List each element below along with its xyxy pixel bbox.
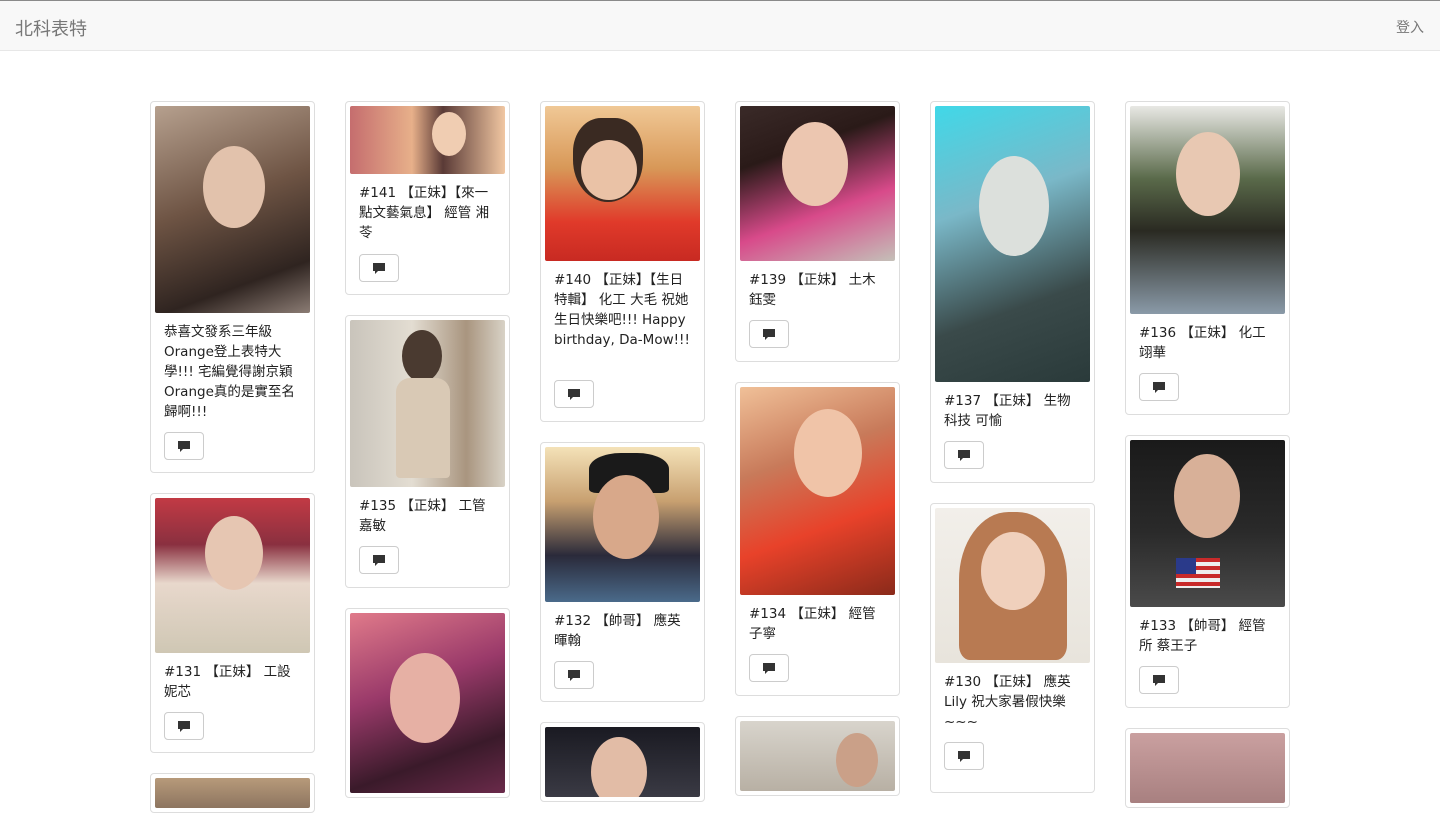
post-caption: #131 【正妹】 工設 妮芯 bbox=[164, 664, 291, 700]
comment-button[interactable] bbox=[749, 654, 789, 682]
post-photo[interactable] bbox=[740, 106, 895, 261]
post-photo[interactable] bbox=[545, 447, 700, 602]
comment-icon bbox=[1153, 381, 1165, 393]
post-photo[interactable] bbox=[1130, 440, 1285, 607]
post-photo[interactable] bbox=[935, 508, 1090, 663]
post-card[interactable]: #133 【帥哥】 經管所 蔡王子 bbox=[1125, 435, 1290, 708]
post-photo[interactable] bbox=[935, 106, 1090, 382]
comment-icon bbox=[1153, 674, 1165, 686]
post-caption: #133 【帥哥】 經管所 蔡王子 bbox=[1139, 618, 1266, 654]
post-photo[interactable] bbox=[155, 106, 310, 313]
post-card[interactable]: #130 【正妹】 應英 Lily 祝大家暑假快樂~~~ bbox=[930, 503, 1095, 793]
post-card[interactable]: #136 【正妹】 化工 翊華 bbox=[1125, 101, 1290, 415]
post-caption: #130 【正妹】 應英 Lily 祝大家暑假快樂~~~ bbox=[944, 674, 1071, 730]
post-caption: #140 【正妹】【生日特輯】 化工 大毛 祝她生日快樂吧!!! Happy b… bbox=[554, 272, 690, 348]
post-photo[interactable] bbox=[350, 106, 505, 174]
comment-button[interactable] bbox=[944, 441, 984, 469]
comment-icon bbox=[568, 388, 580, 400]
post-caption: 恭喜文發系三年級Orange登上表特大學!!! 宅編覺得謝京穎Orange真的是… bbox=[164, 324, 295, 420]
comment-icon bbox=[958, 750, 970, 762]
post-caption: #141 【正妹】【來一點文藝氣息】 經管 湘苓 bbox=[359, 185, 490, 241]
comment-button[interactable] bbox=[164, 432, 204, 460]
comment-button[interactable] bbox=[944, 742, 984, 770]
post-card[interactable]: 恭喜文發系三年級Orange登上表特大學!!! 宅編覺得謝京穎Orange真的是… bbox=[150, 101, 315, 473]
post-grid: 恭喜文發系三年級Orange登上表特大學!!! 宅編覺得謝京穎Orange真的是… bbox=[0, 0, 1440, 813]
comment-icon bbox=[373, 554, 385, 566]
comment-button[interactable] bbox=[359, 254, 399, 282]
post-card[interactable]: #132 【帥哥】 應英 暉翰 bbox=[540, 442, 705, 702]
post-caption: #137 【正妹】 生物科技 可愉 bbox=[944, 393, 1071, 429]
post-card[interactable]: #140 【正妹】【生日特輯】 化工 大毛 祝她生日快樂吧!!! Happy b… bbox=[540, 101, 705, 422]
comment-icon bbox=[373, 262, 385, 274]
post-photo[interactable] bbox=[545, 727, 700, 797]
post-photo[interactable] bbox=[740, 387, 895, 595]
post-caption: #136 【正妹】 化工 翊華 bbox=[1139, 325, 1266, 361]
post-photo[interactable] bbox=[740, 721, 895, 791]
post-photo[interactable] bbox=[545, 106, 700, 261]
post-card[interactable]: #139 【正妹】 土木 鈺雯 bbox=[735, 101, 900, 362]
comment-icon bbox=[763, 662, 775, 674]
comment-button[interactable] bbox=[1139, 666, 1179, 694]
post-photo[interactable] bbox=[155, 498, 310, 653]
post-card[interactable]: #135 【正妹】 工管 嘉敏 bbox=[345, 315, 510, 588]
comment-button[interactable] bbox=[359, 546, 399, 574]
post-card[interactable] bbox=[345, 608, 510, 798]
comment-button[interactable] bbox=[749, 320, 789, 348]
post-photo[interactable] bbox=[350, 320, 505, 487]
post-photo[interactable] bbox=[1130, 106, 1285, 314]
post-caption: #132 【帥哥】 應英 暉翰 bbox=[554, 613, 681, 649]
post-card[interactable]: #141 【正妹】【來一點文藝氣息】 經管 湘苓 bbox=[345, 101, 510, 295]
comment-icon bbox=[958, 449, 970, 461]
post-caption: #135 【正妹】 工管 嘉敏 bbox=[359, 498, 486, 534]
post-card[interactable] bbox=[150, 773, 315, 813]
comment-icon bbox=[568, 669, 580, 681]
comment-button[interactable] bbox=[1139, 373, 1179, 401]
comment-icon bbox=[763, 328, 775, 340]
post-caption: #134 【正妹】 經管 子寧 bbox=[749, 606, 876, 642]
post-card[interactable] bbox=[735, 716, 900, 796]
post-card[interactable] bbox=[540, 722, 705, 802]
comment-button[interactable] bbox=[164, 712, 204, 740]
post-caption: #139 【正妹】 土木 鈺雯 bbox=[749, 272, 876, 308]
post-card[interactable]: #137 【正妹】 生物科技 可愉 bbox=[930, 101, 1095, 483]
post-card[interactable] bbox=[1125, 728, 1290, 808]
comment-icon bbox=[178, 440, 190, 452]
post-card[interactable]: #131 【正妹】 工設 妮芯 bbox=[150, 493, 315, 753]
post-photo[interactable] bbox=[1130, 733, 1285, 803]
post-photo[interactable] bbox=[155, 778, 310, 808]
comment-button[interactable] bbox=[554, 661, 594, 689]
comment-button[interactable] bbox=[554, 380, 594, 408]
post-card[interactable]: #134 【正妹】 經管 子寧 bbox=[735, 382, 900, 696]
comment-icon bbox=[178, 720, 190, 732]
post-photo[interactable] bbox=[350, 613, 505, 793]
